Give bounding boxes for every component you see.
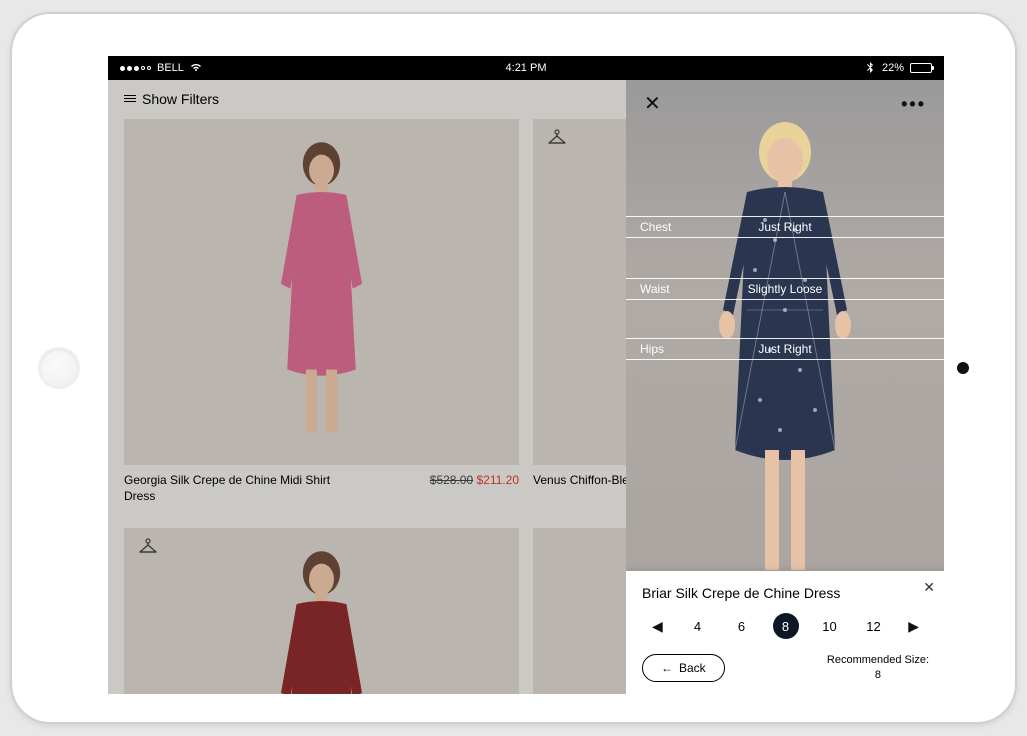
- avatar-model: [675, 110, 895, 630]
- size-next-button[interactable]: ▶: [904, 618, 923, 635]
- close-icon[interactable]: ✕: [923, 579, 935, 596]
- signal-icon: [120, 66, 151, 71]
- app: Show Filters Dresses / Midi Georgia Silk…: [108, 80, 944, 694]
- ipad-frame: BELL 4:21 PM 22%: [12, 14, 1015, 722]
- size-prev-button[interactable]: ◀: [648, 618, 667, 635]
- fit-label-hips: Hips: [640, 342, 664, 356]
- status-bar: BELL 4:21 PM 22%: [108, 56, 944, 80]
- fit-value-waist: Slightly Loose: [748, 282, 823, 296]
- size-card-title: Briar Silk Crepe de Chine Dress: [642, 585, 929, 601]
- fit-line-hips: Hips Just Right: [626, 338, 944, 360]
- arrow-left-icon: ←: [661, 661, 673, 675]
- fit-label-waist: Waist: [640, 282, 670, 296]
- home-button[interactable]: [38, 347, 80, 389]
- back-button[interactable]: ← Back: [642, 654, 725, 682]
- fit-value-chest: Just Right: [758, 220, 811, 234]
- bluetooth-icon: [864, 61, 876, 76]
- recommended-size: Recommended Size: 8: [827, 653, 929, 682]
- fit-line-waist: Waist Slightly Loose: [626, 278, 944, 300]
- fit-value-hips: Just Right: [758, 342, 811, 356]
- fit-panel: ✕ •••: [626, 80, 944, 694]
- size-option-6[interactable]: 6: [729, 613, 755, 639]
- size-option-8[interactable]: 8: [773, 613, 799, 639]
- wifi-icon: [190, 61, 202, 76]
- camera: [957, 362, 969, 374]
- battery-icon: [910, 63, 932, 73]
- size-options: 468 10 12: [685, 613, 887, 639]
- battery-pct: 22%: [882, 62, 904, 74]
- close-icon[interactable]: ✕: [644, 94, 661, 115]
- fit-label-chest: Chest: [640, 220, 671, 234]
- size-option-12[interactable]: 12: [861, 613, 887, 639]
- more-icon[interactable]: •••: [901, 94, 926, 115]
- fit-line-chest: Chest Just Right: [626, 216, 944, 238]
- size-option-4[interactable]: 4: [685, 613, 711, 639]
- size-option-10[interactable]: 10: [817, 613, 843, 639]
- screen: BELL 4:21 PM 22%: [108, 56, 944, 694]
- size-card: ✕ Briar Silk Crepe de Chine Dress ◀ 4681…: [626, 571, 944, 694]
- carrier-label: BELL: [157, 62, 184, 74]
- clock: 4:21 PM: [506, 62, 547, 74]
